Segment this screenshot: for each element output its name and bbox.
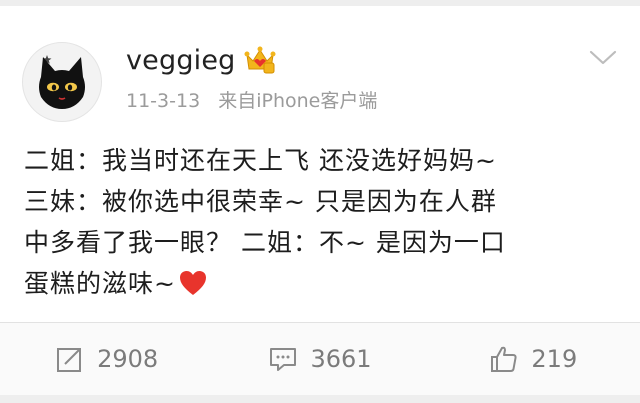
like-button[interactable]: 219 [427,323,640,395]
repost-count: 2908 [97,345,159,373]
repost-button[interactable]: 2908 [0,323,213,395]
thumbs-up-icon [489,344,519,374]
vip-crown-icon[interactable] [244,45,276,75]
comment-count: 3661 [310,345,372,373]
post-text-line-content: 蛋糕的滋味~ [24,269,176,298]
user-block: veggieg 11-3-13 来自iPhone客户端 [126,40,377,113]
post-text: 二姐：我当时还在天上飞 还没选好妈妈~ 三妹：被你选中很荣幸~ 只是因为在人群 … [24,140,620,304]
chevron-down-icon[interactable] [588,48,618,68]
comment-button[interactable]: 3661 [213,323,426,395]
heart-icon [178,268,208,296]
repost-icon [55,344,85,374]
black-cat-avatar-icon [39,55,85,109]
post-meta: 11-3-13 来自iPhone客户端 [126,86,377,113]
post-source: 来自iPhone客户端 [218,90,378,112]
bottom-spacer [0,395,640,403]
post-time[interactable]: 11-3-13 [126,90,200,112]
username[interactable]: veggieg [126,45,236,76]
post-text-line: 中多看了我一眼？ 二姐：不~ 是因为一口 [24,228,506,257]
post-text-line-last: 蛋糕的滋味~ [24,263,620,304]
post-text-line: 三妹：被你选中很荣幸~ 只是因为在人群 [24,187,497,216]
action-bar: 2908 3661 219 [0,323,640,395]
username-row: veggieg [126,40,377,80]
post-text-line: 二姐：我当时还在天上飞 还没选好妈妈~ [24,146,497,175]
like-count: 219 [531,345,578,373]
weibo-post-card: veggieg 11-3-13 来自iPhone客户端 二姐：我当时还在天上飞 [0,6,640,322]
avatar[interactable] [22,42,102,122]
comment-icon [268,344,298,374]
